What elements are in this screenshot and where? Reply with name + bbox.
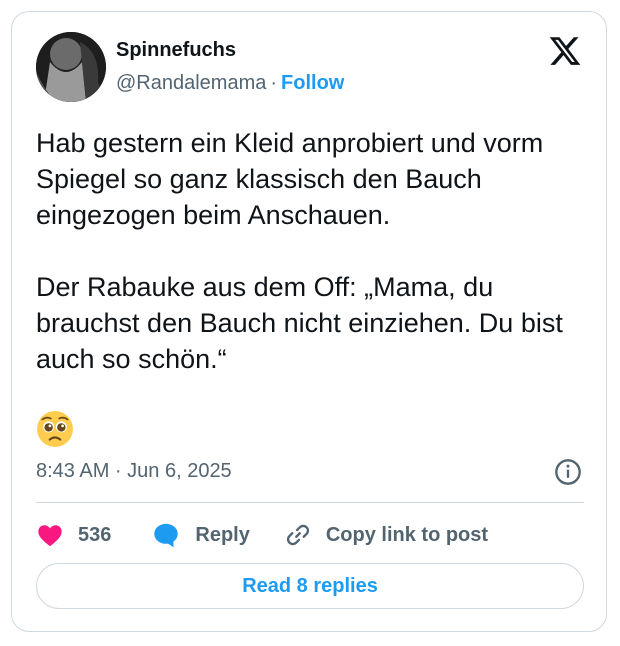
like-count: 536 xyxy=(78,523,112,546)
post-timestamp[interactable]: 8:43 AM · Jun 6, 2025 xyxy=(36,460,232,483)
reply-label: Reply xyxy=(195,523,250,546)
author-handle-line: @Randalemama · Follow xyxy=(116,72,344,95)
avatar-image xyxy=(36,32,106,102)
read-replies-button[interactable]: Read 8 replies xyxy=(36,563,584,609)
link-icon xyxy=(286,524,309,546)
reply-button[interactable]: Reply xyxy=(151,521,250,549)
action-bar: 536 Reply Copy link to post xyxy=(36,517,488,553)
avatar[interactable] xyxy=(36,32,106,102)
author-name[interactable]: Spinnefuchs xyxy=(116,39,236,62)
like-button[interactable]: 536 xyxy=(36,521,111,549)
separator-dot: · xyxy=(270,72,278,94)
speech-bubble-icon xyxy=(154,523,179,548)
copy-link-label: Copy link to post xyxy=(325,523,489,546)
follow-button[interactable]: Follow xyxy=(281,72,344,94)
post-card: Spinnefuchs @Randalemama · Follow Hab gest… xyxy=(11,11,607,632)
info-icon[interactable] xyxy=(554,458,582,486)
x-logo-icon[interactable] xyxy=(548,34,582,68)
pleading-face-emoji xyxy=(37,411,73,447)
heart-icon xyxy=(38,525,62,547)
copy-link-button[interactable]: Copy link to post xyxy=(284,521,488,549)
post-paragraph-1: Hab gestern ein Kleid anprobiert und vor… xyxy=(36,128,544,230)
divider xyxy=(36,502,584,503)
post-text: Hab gestern ein Kleid anprobiert und vor… xyxy=(36,125,586,377)
author-handle[interactable]: @Randalemama xyxy=(116,72,266,94)
post-paragraph-2: Der Rabauke aus dem Off: „Mama, du brauc… xyxy=(36,272,563,374)
